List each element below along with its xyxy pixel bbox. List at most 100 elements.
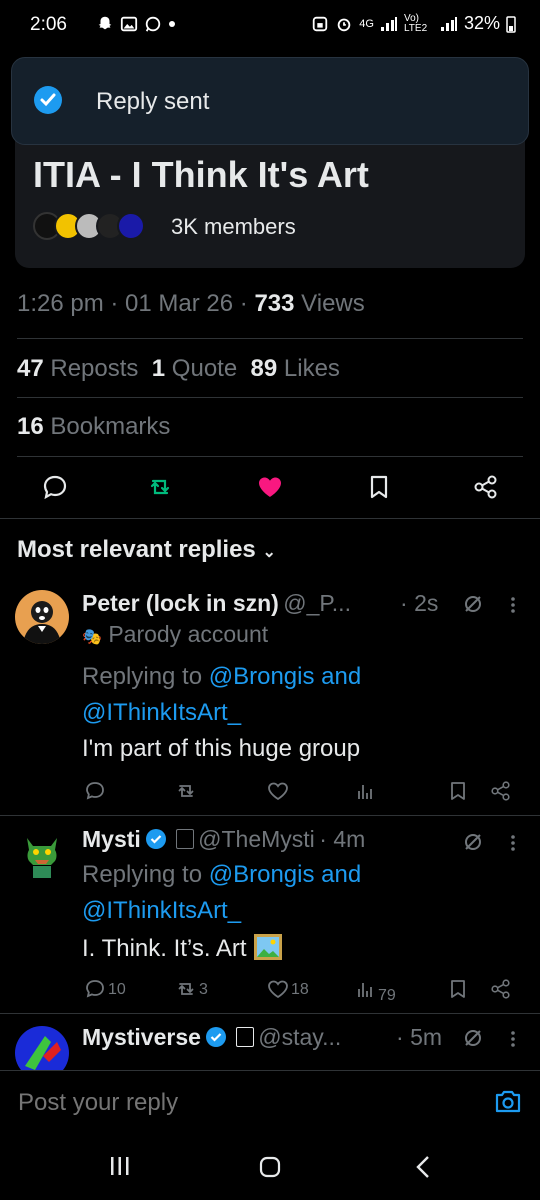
share-icon[interactable] (490, 780, 512, 802)
dot-icon (169, 21, 175, 27)
reply-author-handle[interactable]: @stay... (258, 1024, 341, 1050)
reply-icon[interactable] (84, 780, 106, 802)
reposts-label: Reposts (50, 355, 139, 382)
verified-badge-icon (146, 829, 167, 849)
compose-reply-bar (0, 1070, 540, 1133)
mention-link[interactable]: @Brongis (209, 861, 315, 888)
share-icon[interactable] (472, 473, 500, 501)
reply-time: · 2s (400, 590, 439, 616)
divider (17, 338, 523, 339)
more-options-icon[interactable] (506, 833, 520, 853)
parody-label-text: Parody account (108, 621, 269, 647)
reply-header: Mysti @TheMysti · 4m (82, 826, 365, 853)
repost-icon[interactable] (175, 978, 197, 1000)
chevron-down-icon: ⌄ (262, 544, 276, 561)
reply-time-value: 5m (410, 1024, 443, 1050)
reply-author-name[interactable]: Peter (lock in szn) (82, 590, 279, 616)
framed-picture-emoji-icon (254, 934, 283, 960)
divider (0, 1013, 540, 1014)
reposts-stat[interactable]: 47 Reposts (17, 355, 138, 382)
reply-icon[interactable] (41, 473, 69, 501)
reply-header: Mystiverse @stay... (82, 1024, 341, 1051)
parody-label: 🎭 Parody account (82, 621, 268, 648)
member-count[interactable]: 3K members (171, 214, 296, 240)
status-time: 2:06 (30, 14, 67, 35)
bookmarks-stat[interactable]: 16 Bookmarks (17, 413, 170, 441)
like-icon[interactable] (267, 978, 289, 1000)
recent-apps-icon[interactable] (109, 1156, 131, 1176)
network-type: 4G (359, 17, 374, 30)
replying-and: and (321, 861, 362, 888)
bookmark-icon[interactable] (447, 978, 469, 1000)
system-nav-bar (0, 1132, 540, 1200)
bookmark-icon[interactable] (365, 473, 393, 501)
views-icon[interactable] (355, 978, 377, 1000)
views-count: 79 (378, 987, 396, 1004)
reply-author-name[interactable]: Mystiverse (82, 1024, 201, 1050)
post-timestamp: 1:26 pm · 01 Mar 26 · 733 Views (17, 290, 365, 317)
bookmarks-label: Bookmarks (50, 413, 171, 440)
likes-label: Likes (283, 355, 340, 382)
mention-link[interactable]: @IThinkItsArt_ (82, 897, 241, 924)
verified-badge-icon (206, 1027, 227, 1047)
alarm-icon (337, 18, 351, 31)
check-icon (34, 86, 62, 114)
bookmark-icon[interactable] (447, 780, 469, 802)
reply-text: I'm part of this huge group (82, 735, 361, 762)
bookmarks-count: 16 (17, 413, 44, 440)
avatar[interactable] (15, 590, 69, 644)
more-options-icon[interactable] (506, 1029, 520, 1049)
grok-icon[interactable] (462, 593, 484, 615)
reply-time: · 4m (319, 826, 366, 852)
reply-author-name[interactable]: Mysti (82, 826, 141, 852)
affiliate-badge-icon (175, 829, 194, 849)
reply-input[interactable] (16, 1085, 460, 1121)
avatar[interactable] (15, 828, 69, 882)
divider (0, 815, 540, 816)
reply-author-handle[interactable]: @TheMysti (198, 826, 315, 852)
replies-sort-dropdown[interactable]: Most relevant replies ⌄ (17, 536, 276, 564)
post-time: 1:26 pm (17, 290, 104, 317)
like-icon[interactable] (256, 473, 284, 501)
quotes-label: Quote (171, 355, 238, 382)
reply-time: · 5m (396, 1024, 443, 1050)
reply-header: Peter (lock in szn) @_P... (82, 590, 351, 617)
reply-author-handle[interactable]: @_P... (283, 590, 351, 616)
like-count: 18 (291, 981, 309, 998)
status-bar: 2:06 4G Vo) LTE2 32% (0, 0, 540, 52)
battery-percent: 32% (463, 13, 500, 33)
views-icon[interactable] (355, 780, 377, 802)
signal-icon-2 (440, 16, 457, 31)
camera-icon[interactable] (494, 1088, 522, 1114)
divider (0, 518, 540, 519)
gallery-icon (120, 16, 138, 32)
divider (17, 397, 523, 398)
like-icon[interactable] (267, 780, 289, 802)
likes-count: 89 (250, 355, 278, 382)
back-icon[interactable] (413, 1155, 433, 1179)
home-icon[interactable] (259, 1156, 281, 1178)
likes-stat[interactable]: 89 Likes (251, 355, 340, 382)
replying-prefix: Replying to (82, 663, 203, 690)
reply-time-value: 4m (333, 826, 366, 852)
repost-icon[interactable] (175, 780, 197, 802)
battery-icon (506, 15, 516, 33)
more-options-icon[interactable] (506, 595, 520, 615)
views-label: Views (301, 290, 365, 317)
mention-link[interactable]: @IThinkItsArt_ (82, 699, 241, 726)
reply-sent-toast: Reply sent (11, 57, 529, 145)
reply-text-row: I. Think. It’s. Art (82, 933, 283, 963)
repost-icon[interactable] (146, 473, 174, 501)
grok-icon[interactable] (462, 831, 484, 853)
reply-icon[interactable] (84, 978, 106, 1000)
parody-mask-icon: 🎭 (82, 629, 102, 646)
quotes-stat[interactable]: 1 Quote (152, 355, 237, 382)
snapchat-icon (98, 16, 112, 30)
reply-text: I. Think. It’s. Art (82, 935, 247, 962)
views-count: 733 (254, 290, 295, 317)
affiliate-badge-icon (235, 1027, 254, 1047)
mention-link[interactable]: @Brongis (209, 663, 315, 690)
share-icon[interactable] (490, 978, 512, 1000)
grok-icon[interactable] (462, 1027, 484, 1049)
replies-header-label: Most relevant replies (17, 536, 256, 563)
